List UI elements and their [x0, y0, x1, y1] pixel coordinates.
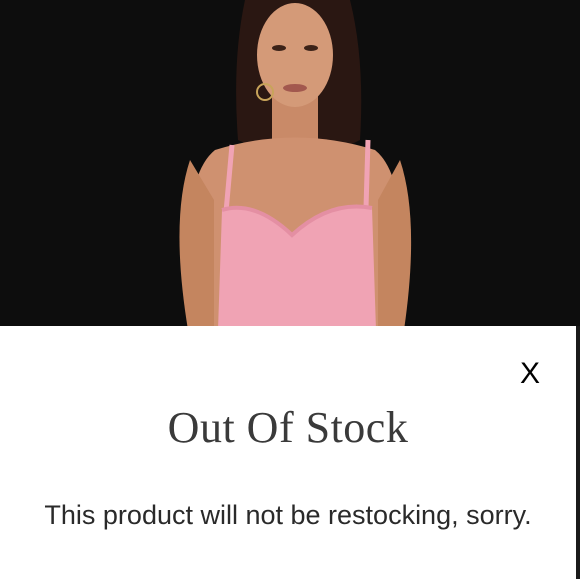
modal-message: This product will not be restocking, sor… — [44, 500, 532, 530]
close-icon[interactable]: X — [520, 357, 540, 390]
model-photo — [0, 0, 580, 330]
out-of-stock-modal: X Out Of Stock This product will not be … — [0, 326, 576, 579]
modal-title: Out Of Stock — [167, 403, 409, 452]
background-edge — [576, 326, 580, 579]
close-button[interactable]: X — [512, 356, 548, 392]
product-image — [0, 0, 580, 330]
